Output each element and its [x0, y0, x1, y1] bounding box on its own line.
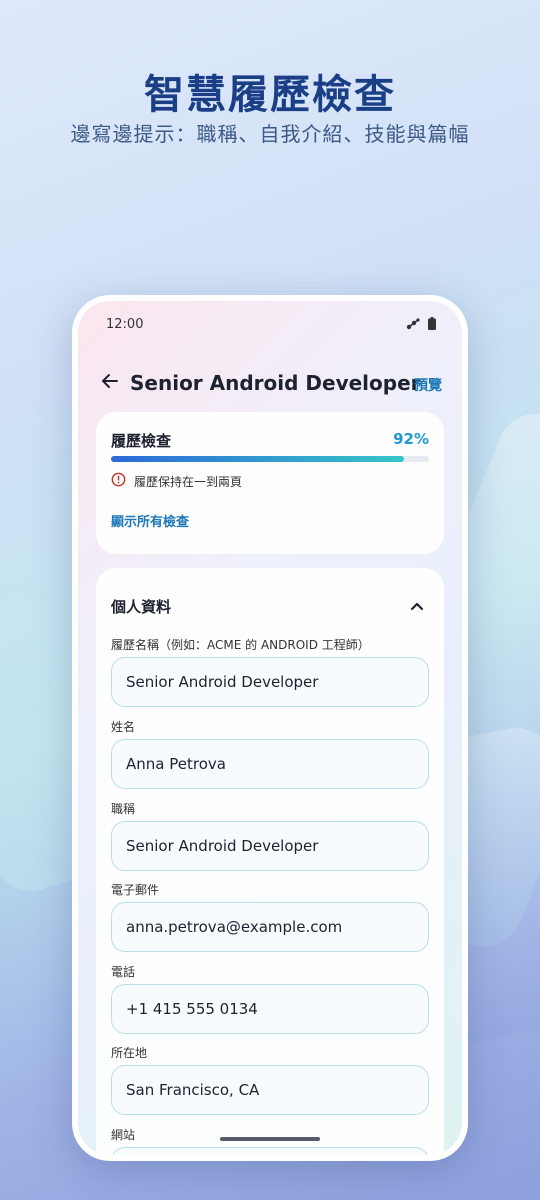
name-label: 姓名 — [111, 720, 136, 734]
phone-input[interactable] — [111, 984, 429, 1034]
personal-info-title: 個人資料 — [111, 597, 172, 616]
website-label: 網站 — [111, 1128, 136, 1142]
job-title-label: 職稱 — [111, 802, 136, 816]
battery-icon — [428, 317, 436, 330]
job-title-input[interactable] — [111, 821, 429, 871]
warning-text: 履歷保持在一到兩頁 — [134, 475, 243, 489]
resume-check-progress — [111, 456, 429, 462]
show-all-checks-link[interactable]: 顯示所有檢查 — [111, 511, 189, 530]
hero-subtitle: 邊寫邊提示：職稱、自我介紹、技能與篇幅 — [70, 122, 470, 146]
status-icons — [406, 317, 436, 330]
email-input[interactable] — [111, 902, 429, 952]
phone-frame: 12:00 Senior Android Developer 預覽 履歷檢查 9… — [72, 295, 468, 1161]
alert-circle-icon — [111, 472, 126, 491]
gesture-bar — [220, 1137, 320, 1141]
personal-info-header[interactable]: 個人資料 — [111, 594, 429, 618]
back-button[interactable] — [96, 369, 124, 397]
website-input[interactable] — [111, 1147, 429, 1155]
app-bar: Senior Android Developer 預覽 — [78, 361, 462, 405]
location-label: 所在地 — [111, 1046, 148, 1060]
resume-check-percent: 92% — [393, 430, 429, 448]
resume-check-warning: 履歷保持在一到兩頁 — [111, 472, 242, 491]
progress-fill — [111, 456, 404, 462]
hero-title: 智慧履歷檢查 — [144, 72, 396, 118]
signal-icon — [406, 317, 420, 330]
chevron-up-icon[interactable] — [405, 594, 429, 618]
status-bar: 12:00 — [78, 301, 462, 347]
resume-check-title: 履歷檢查 — [111, 432, 172, 450]
arrow-left-icon — [100, 371, 120, 395]
name-input[interactable] — [111, 739, 429, 789]
location-input[interactable] — [111, 1065, 429, 1115]
resume-name-label: 履歷名稱（例如：ACME 的 ANDROID 工程師） — [111, 638, 370, 652]
resume-name-input[interactable] — [111, 657, 429, 707]
preview-button[interactable]: 預覽 — [414, 375, 442, 395]
phone-screen: 12:00 Senior Android Developer 預覽 履歷檢查 9… — [78, 301, 462, 1155]
resume-check-header: 履歷檢查 92% — [111, 430, 429, 451]
status-time: 12:00 — [106, 317, 144, 332]
page-title: Senior Android Developer — [130, 371, 421, 395]
personal-info-card: 個人資料 履歷名稱（例如：ACME 的 ANDROID 工程師） 姓名 職稱 電… — [96, 568, 444, 1155]
email-label: 電子郵件 — [111, 883, 160, 897]
phone-label: 電話 — [111, 965, 136, 979]
resume-check-card: 履歷檢查 92% 履歷保持在一到兩頁 顯示所有檢查 — [96, 412, 444, 554]
